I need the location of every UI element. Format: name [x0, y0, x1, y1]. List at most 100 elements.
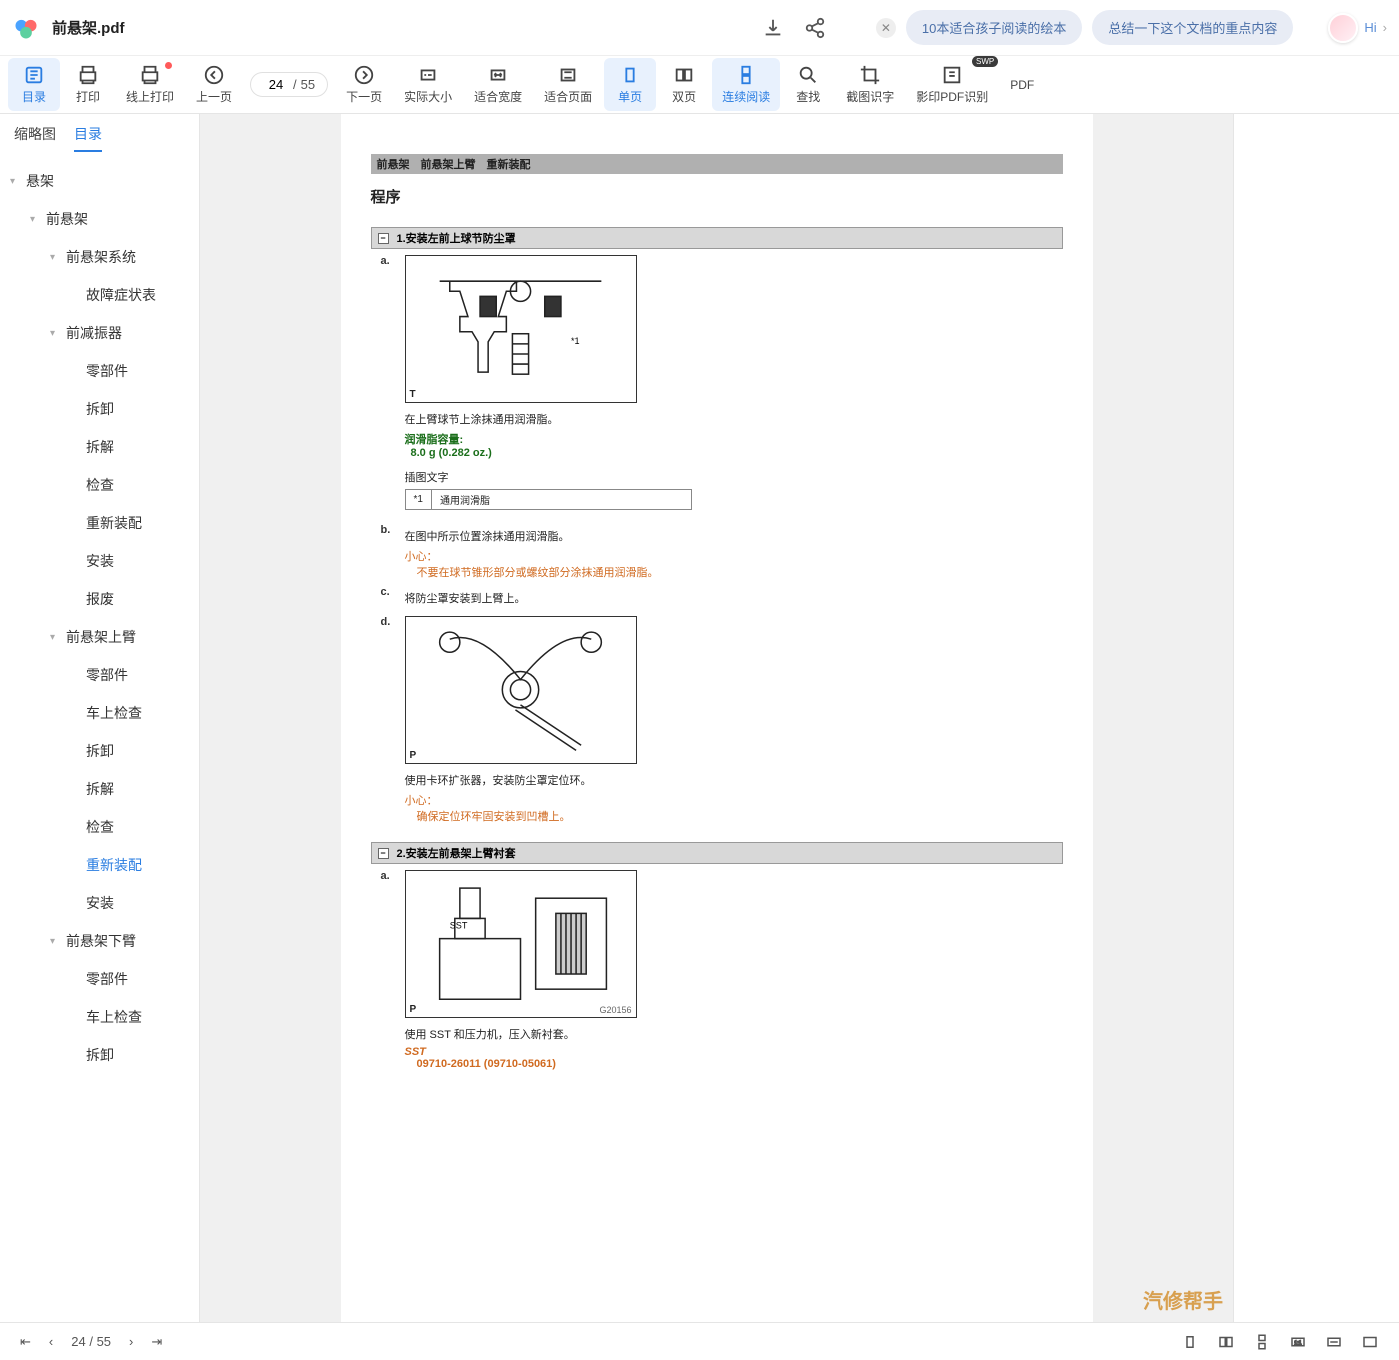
next-page-button-sb[interactable]: › [129, 1334, 133, 1349]
tree-item[interactable]: 拆解 [4, 770, 195, 808]
find-button[interactable]: 查找 [782, 58, 834, 111]
sidebar: 缩略图 目录 ▾悬架▾前悬架▾前悬架系统故障症状表▾前减振器零部件拆卸拆解检查重… [0, 114, 200, 1322]
crop-ocr-button[interactable]: 截图识字 [836, 58, 904, 111]
avatar[interactable] [1328, 13, 1358, 43]
tree-item[interactable]: 报废 [4, 580, 195, 618]
toolbar: 目录 打印 线上打印 上一页 / 55 下一页 实际大小 适合宽度 适合页面 单… [0, 56, 1399, 114]
fit-page-icon [557, 64, 579, 86]
tree-item[interactable]: 重新装配 [4, 504, 195, 542]
tree-item[interactable]: 拆卸 [4, 1036, 195, 1074]
actual-size-icon [417, 64, 439, 86]
close-pill-icon[interactable]: ✕ [876, 18, 896, 38]
tree-item-label: 车上检查 [86, 703, 142, 723]
fit-width-sb-icon[interactable] [1325, 1333, 1343, 1351]
tree-item[interactable]: ▾前减振器 [4, 314, 195, 352]
doc-title: 前悬架.pdf [52, 17, 762, 38]
fit-width-icon [487, 64, 509, 86]
tree-item[interactable]: 检查 [4, 808, 195, 846]
tab-thumbnail[interactable]: 缩略图 [14, 124, 56, 152]
tree-caret-icon: ▾ [10, 176, 22, 187]
tree-item-label: 前悬架上臂 [66, 627, 136, 647]
tree-caret-icon: ▾ [50, 632, 62, 643]
diagram-upper-arm: P [405, 616, 637, 764]
tree-item[interactable]: 零部件 [4, 656, 195, 694]
hi-label: Hi [1364, 20, 1376, 35]
procedure-title: 程序 [371, 186, 1063, 207]
tree-item[interactable]: ▾ 前悬架 [4, 200, 195, 238]
suggestion-pill-2[interactable]: 总结一下这个文档的重点内容 [1092, 10, 1293, 45]
tree-item[interactable]: 安装 [4, 884, 195, 922]
right-panel [1233, 114, 1399, 1322]
tab-toc[interactable]: 目录 [74, 124, 102, 152]
step-1-header: −1.安装左前上球节防尘罩 [371, 227, 1063, 249]
fit-page-button[interactable]: 适合页面 [534, 58, 602, 111]
next-page-button[interactable]: 下一页 [336, 58, 392, 111]
notification-dot [165, 62, 172, 69]
pdf-button[interactable]: PDF [1000, 72, 1044, 98]
tree-item[interactable]: 拆解 [4, 428, 195, 466]
statusbar: ⇤ ‹ 24 / 55 › ⇥ 1:1 [0, 1322, 1399, 1360]
page-current-input[interactable] [263, 77, 289, 92]
app-logo [12, 14, 40, 42]
tree-item[interactable]: 拆卸 [4, 390, 195, 428]
suggestion-pill-1[interactable]: 10本适合孩子阅读的绘本 [906, 10, 1082, 45]
fit-page-sb-icon[interactable] [1361, 1333, 1379, 1351]
tree-item[interactable]: 拆卸 [4, 732, 195, 770]
content-area[interactable]: 前悬架 前悬架上臂 重新装配 程序 −1.安装左前上球节防尘罩 a. *1 T … [200, 114, 1233, 1322]
crop-icon [859, 64, 881, 86]
tree-caret-icon: ▾ [30, 214, 42, 225]
diagram-bushing-press: SST P G20156 [405, 870, 637, 1018]
tree-item[interactable]: 零部件 [4, 352, 195, 390]
print-button[interactable]: 打印 [62, 58, 114, 111]
fit-width-button[interactable]: 适合宽度 [464, 58, 532, 111]
tree-item[interactable]: ▾ 前悬架上臂 [4, 618, 195, 656]
download-icon[interactable] [762, 17, 784, 39]
tree-item-label: 零部件 [86, 665, 128, 685]
tree-item[interactable]: ▾前悬架下臂 [4, 922, 195, 960]
tree-caret-icon: ▾ [50, 252, 62, 263]
tree-item[interactable]: ▾悬架 [4, 162, 195, 200]
watermark: 汽修帮手 [1143, 1285, 1223, 1314]
tree-caret-icon: ▾ [50, 936, 62, 947]
continuous-view-icon[interactable] [1253, 1333, 1271, 1351]
share-icon[interactable] [804, 17, 826, 39]
tree-item-label: 检查 [86, 817, 114, 837]
tree-item[interactable]: 检查 [4, 466, 195, 504]
prev-page-button[interactable]: 上一页 [186, 58, 242, 111]
page-input-group[interactable]: / 55 [250, 72, 328, 97]
substep-a2-label: a. [381, 870, 395, 1070]
tree-item-label: 拆卸 [86, 399, 114, 419]
tree-item[interactable]: 故障症状表 [4, 276, 195, 314]
tree-item[interactable]: 车上检查 [4, 694, 195, 732]
last-page-button[interactable]: ⇥ [151, 1334, 162, 1350]
tree-item[interactable]: 车上检查 [4, 998, 195, 1036]
online-print-button[interactable]: 线上打印 [116, 58, 184, 111]
tree-item-label: 安装 [86, 551, 114, 571]
two-page-view-icon[interactable] [1217, 1333, 1235, 1351]
single-page-icon [619, 64, 641, 86]
tree-item[interactable]: 安装 [4, 542, 195, 580]
one-to-one-icon[interactable]: 1:1 [1289, 1333, 1307, 1351]
substep-c-label: c. [381, 586, 395, 610]
tree-item[interactable]: 重新装配 [4, 846, 195, 884]
substep-b-label: b. [381, 524, 395, 580]
tree-item[interactable]: 零部件 [4, 960, 195, 998]
first-page-button[interactable]: ⇤ [20, 1334, 31, 1350]
single-page-button[interactable]: 单页 [604, 58, 656, 111]
prev-page-button-sb[interactable]: ‹ [49, 1334, 53, 1349]
double-page-button[interactable]: 双页 [658, 58, 710, 111]
single-page-view-icon[interactable] [1181, 1333, 1199, 1351]
actual-size-button[interactable]: 实际大小 [394, 58, 462, 111]
tree-item-label: 检查 [86, 475, 114, 495]
tree-item-label: 重新装配 [86, 513, 142, 533]
chevron-left-icon [203, 64, 225, 86]
print-icon [77, 64, 99, 86]
tree-item-label: 前悬架 [46, 209, 88, 229]
toc-button[interactable]: 目录 [8, 58, 60, 111]
pdf-ocr-button[interactable]: SWP 影印PDF识别 [906, 58, 998, 111]
tree-item[interactable]: ▾前悬架系统 [4, 238, 195, 276]
chevron-right-icon[interactable]: › [1383, 20, 1387, 35]
svg-text:SST: SST [450, 921, 468, 931]
continuous-read-button[interactable]: 连续阅读 [712, 58, 780, 111]
search-icon [797, 64, 819, 86]
